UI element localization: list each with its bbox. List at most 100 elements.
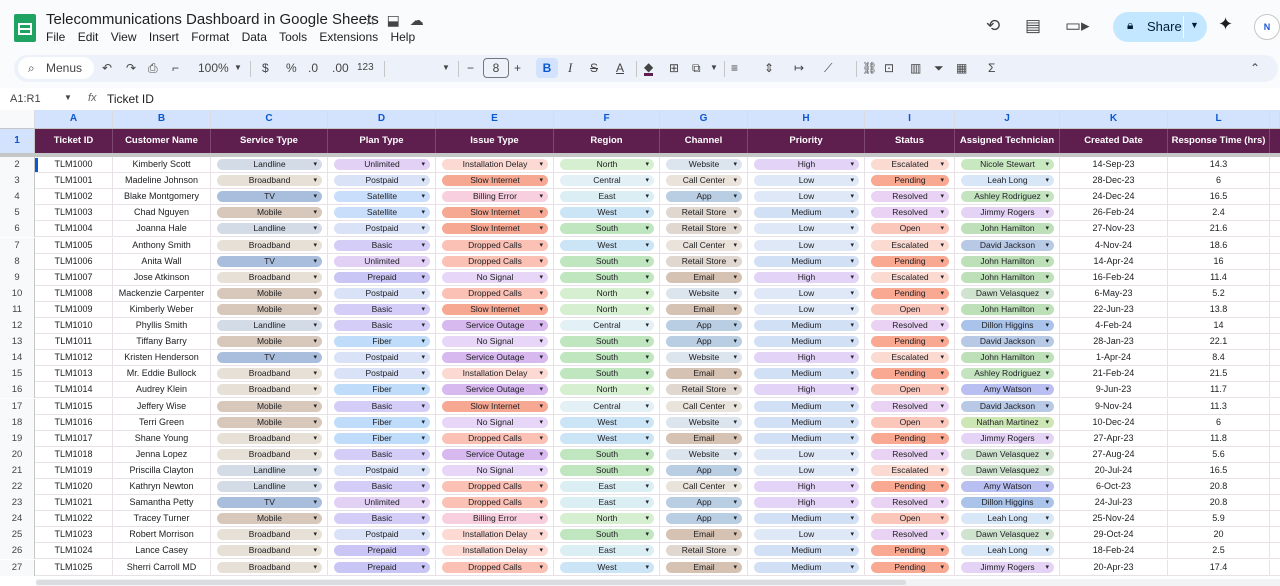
priority-cell[interactable]: Low [748,237,865,253]
ticket-id-cell[interactable]: TLM1021 [35,495,113,511]
channel-cell[interactable]: Retail Store [660,382,748,398]
service-type-chip[interactable]: Broadband [217,545,322,557]
plan-type-cell[interactable]: Basic [328,479,436,494]
channel-chip[interactable]: Email [666,303,742,315]
region-cell[interactable]: Central [554,398,660,414]
ticket-id-cell[interactable]: TLM1004 [35,221,113,237]
issue-type-chip[interactable]: Slow Internet [442,207,548,219]
ticket-id-cell[interactable]: TLM1005 [35,237,113,253]
priority-chip[interactable]: Medium [754,416,859,428]
history-icon[interactable]: ⟲ [986,16,1000,36]
column-header-K[interactable]: K [1060,110,1168,128]
service-type-chip[interactable]: TV [217,191,322,203]
assigned-technician-chip[interactable]: Leah Long [961,545,1054,557]
status-chip[interactable]: Open [871,384,949,396]
horizontal-scrollbar[interactable] [36,579,1280,586]
row-header[interactable]: 4 [0,189,35,206]
avatar[interactable]: N [1254,14,1280,40]
service-type-cell[interactable]: Landline [211,318,328,333]
created-date-cell[interactable]: 27-Nov-23 [1060,221,1168,237]
channel-cell[interactable]: Call Center [660,479,748,494]
gemini-sparkle-icon[interactable]: ✦ [1218,14,1233,35]
text-wrap-icon[interactable]: ↦ [794,61,804,75]
assigned-technician-cell[interactable]: Jimmy Rogers [955,559,1060,575]
assigned-technician-chip[interactable]: Amy Watson [961,384,1054,396]
status-chip[interactable]: Open [871,223,949,235]
assigned-technician-chip[interactable]: Dawn Velasquez [961,464,1054,476]
zoom-chevron-icon[interactable]: ▼ [234,63,242,72]
priority-cell[interactable]: Medium [748,543,865,559]
sheets-logo-icon[interactable] [14,14,36,42]
issue-type-cell[interactable]: Service Outage [436,446,554,462]
plan-type-cell[interactable]: Postpaid [328,173,436,189]
region-chip[interactable]: West [560,561,654,573]
status-chip[interactable]: Pending [871,336,949,348]
priority-chip[interactable]: Medium [754,368,859,380]
plan-type-cell[interactable]: Prepaid [328,543,436,559]
plan-type-chip[interactable]: Fiber [334,432,430,444]
ticket-id-cell[interactable]: TLM1019 [35,462,113,478]
region-chip[interactable]: South [560,352,654,364]
row-header[interactable]: 7 [0,237,35,254]
ticket-id-cell[interactable]: TLM1016 [35,414,113,430]
currency-format-button[interactable]: $ [262,61,269,75]
plan-type-chip[interactable]: Postpaid [334,175,430,187]
priority-chip[interactable]: Low [754,303,859,315]
priority-cell[interactable]: High [748,157,865,172]
status-cell[interactable]: Resolved [865,189,955,205]
region-chip[interactable]: South [560,448,654,460]
channel-cell[interactable]: App [660,462,748,478]
menu-file[interactable]: File [46,30,65,44]
status-chip[interactable]: Escalated [871,159,949,170]
assigned-technician-chip[interactable]: Dawn Velasquez [961,448,1054,460]
service-type-chip[interactable]: Mobile [217,416,322,428]
service-type-chip[interactable]: Mobile [217,303,322,315]
service-type-chip[interactable]: Broadband [217,175,322,187]
service-type-chip[interactable]: TV [217,497,322,509]
response-time-cell[interactable]: 17.4 [1168,559,1270,575]
row-header[interactable]: 23 [0,495,35,512]
created-date-cell[interactable]: 14-Sep-23 [1060,157,1168,172]
region-cell[interactable]: West [554,430,660,446]
priority-chip[interactable]: Medium [754,400,859,412]
priority-chip[interactable]: Low [754,223,859,235]
column-header-E[interactable]: E [436,110,554,128]
created-date-cell[interactable]: 24-Jul-23 [1060,495,1168,511]
customer-name-cell[interactable]: Kimberly Weber [113,301,211,317]
row-header[interactable]: 14 [0,350,35,367]
channel-cell[interactable]: Website [660,350,748,366]
assigned-technician-cell[interactable]: John Hamilton [955,221,1060,237]
service-type-cell[interactable]: Broadband [211,527,328,543]
region-cell[interactable]: West [554,237,660,253]
customer-name-cell[interactable]: Kimberly Scott [113,157,211,172]
status-cell[interactable]: Resolved [865,446,955,462]
issue-type-chip[interactable]: No Signal [442,464,548,476]
priority-chip[interactable]: High [754,497,859,509]
assigned-technician-cell[interactable]: John Hamilton [955,253,1060,269]
status-cell[interactable]: Escalated [865,269,955,285]
priority-cell[interactable]: Medium [748,398,865,414]
plan-type-chip[interactable]: Unlimited [334,255,430,267]
spreadsheet-grid[interactable]: ABCDEFGHIJKL 1 Ticket ID Customer Name Ser… [0,110,1280,586]
issue-type-chip[interactable]: Dropped Calls [442,561,548,573]
channel-chip[interactable]: App [666,336,742,348]
strikethrough-button[interactable]: S [590,61,598,75]
plan-type-chip[interactable]: Basic [334,513,430,525]
region-chip[interactable]: South [560,271,654,283]
service-type-chip[interactable]: TV [217,255,322,267]
customer-name-cell[interactable]: Mr. Eddie Bullock [113,366,211,382]
region-chip[interactable]: South [560,223,654,235]
channel-cell[interactable]: Email [660,430,748,446]
issue-type-cell[interactable]: Installation Delay [436,527,554,543]
region-chip[interactable]: East [560,497,654,509]
priority-cell[interactable]: Low [748,462,865,478]
assigned-technician-cell[interactable]: Ashley Rodriguez [955,366,1060,382]
status-cell[interactable]: Open [865,221,955,237]
status-chip[interactable]: Open [871,416,949,428]
increase-font-size-button[interactable]: + [514,61,521,75]
plan-type-cell[interactable]: Prepaid [328,559,436,575]
issue-type-chip[interactable]: Dropped Calls [442,239,548,251]
assigned-technician-chip[interactable]: Jimmy Rogers [961,207,1054,219]
status-cell[interactable]: Resolved [865,205,955,221]
row-header[interactable]: 17 [0,398,35,415]
